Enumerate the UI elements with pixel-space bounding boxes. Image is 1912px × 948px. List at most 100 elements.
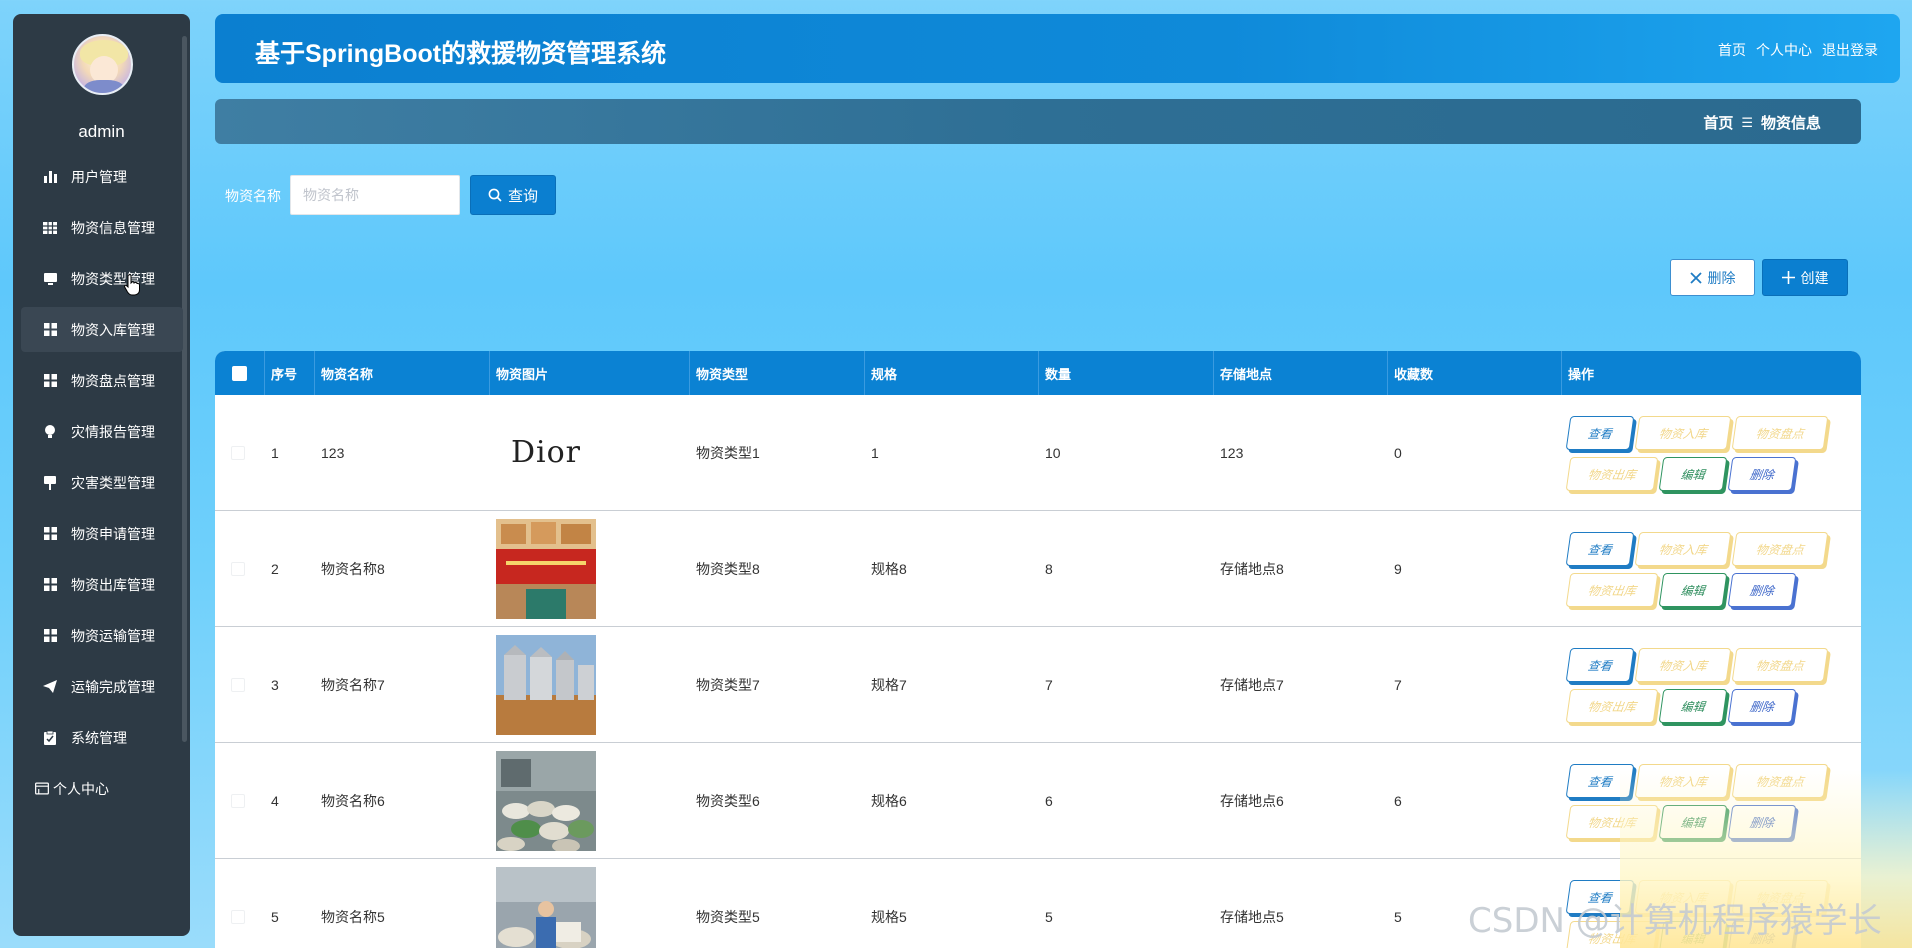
cell-no: 4 <box>271 792 279 809</box>
header-link-personal-center[interactable]: 个人中心 <box>1756 40 1812 60</box>
create-button[interactable]: 创建 <box>1762 259 1848 296</box>
material-image[interactable] <box>496 518 596 619</box>
batch-delete-label: 删除 <box>1707 269 1736 286</box>
edit-button[interactable]: 编辑 <box>1658 457 1728 491</box>
sidebar-item-disaster-type[interactable]: 灾害类型管理 <box>21 460 183 505</box>
sidebar-item-label: 物资类型管理 <box>71 270 155 287</box>
apps-icon <box>43 323 57 337</box>
edit-button[interactable]: 编辑 <box>1658 689 1728 723</box>
sidebar-item-inventory[interactable]: 物资盘点管理 <box>21 358 183 403</box>
stock-out-button[interactable]: 物资出库 <box>1565 573 1659 607</box>
inventory-button[interactable]: 物资盘点 <box>1731 648 1829 682</box>
cell-type: 物资类型7 <box>696 676 760 693</box>
cell-favorites: 6 <box>1394 792 1402 809</box>
sacks-truck-photo <box>496 750 596 851</box>
breadcrumb-separator: ☰ <box>1741 114 1753 130</box>
apps-icon <box>43 527 57 541</box>
sidebar-item-label: 运输完成管理 <box>71 678 155 695</box>
monitor-icon <box>43 272 57 286</box>
edit-button[interactable]: 编辑 <box>1658 573 1728 607</box>
row-checkbox[interactable] <box>231 677 245 692</box>
inventory-button[interactable]: 物资盘点 <box>1731 416 1829 450</box>
stock-in-button[interactable]: 物资入库 <box>1634 648 1732 682</box>
delete-button[interactable]: 删除 <box>1727 689 1797 723</box>
select-all-checkbox[interactable] <box>232 365 247 381</box>
bar-chart-icon <box>43 170 57 184</box>
stock-out-button[interactable]: 物资出库 <box>1565 457 1659 491</box>
search-button-label: 查询 <box>507 187 538 205</box>
row-checkbox[interactable] <box>231 561 245 576</box>
page-title: 基于SpringBoot的救援物资管理系统 <box>255 40 667 68</box>
sidebar-item-transport[interactable]: 物资运输管理 <box>21 613 183 658</box>
cell-spec: 规格6 <box>871 792 907 809</box>
header-favorites: 收藏数 <box>1388 351 1562 395</box>
delete-button[interactable]: 删除 <box>1727 457 1797 491</box>
sidebar-item-material-type[interactable]: 物资类型管理 <box>21 256 183 301</box>
material-image[interactable] <box>496 750 596 851</box>
stock-out-button[interactable]: 物资出库 <box>1565 689 1659 723</box>
sidebar-item-label: 物资信息管理 <box>71 219 155 236</box>
cell-no: 2 <box>271 560 279 577</box>
material-image[interactable]: Dior <box>496 403 596 503</box>
sidebar-item-transport-done[interactable]: 运输完成管理 <box>21 664 183 709</box>
view-button[interactable]: 查看 <box>1565 648 1635 682</box>
cell-location: 存储地点7 <box>1220 676 1284 693</box>
batch-delete-button[interactable]: 删除 <box>1670 259 1755 296</box>
row-actions: 查看 物资入库 物资盘点 物资出库 编辑 删除 <box>1565 414 1848 491</box>
breadcrumb-home[interactable]: 首页 <box>1703 112 1733 133</box>
material-image[interactable] <box>496 634 596 735</box>
row-checkbox[interactable] <box>231 909 245 924</box>
sidebar-item-system[interactable]: 系统管理 <box>21 715 183 760</box>
view-button[interactable]: 查看 <box>1565 532 1635 566</box>
cell-location: 存储地点6 <box>1220 792 1284 809</box>
search-label: 物资名称 <box>225 188 281 204</box>
cell-qty: 7 <box>1045 676 1053 693</box>
cell-location: 存储地点5 <box>1220 908 1284 925</box>
stock-in-button[interactable]: 物资入库 <box>1634 416 1732 450</box>
inventory-button[interactable]: 物资盘点 <box>1731 532 1829 566</box>
cell-type: 物资类型8 <box>696 560 760 577</box>
search-button[interactable]: 查询 <box>470 175 556 215</box>
stock-in-button[interactable]: 物资入库 <box>1634 532 1732 566</box>
header-actions: 操作 <box>1568 366 1595 382</box>
row-checkbox[interactable] <box>231 793 245 808</box>
cell-name: 物资名称8 <box>321 560 385 577</box>
username: admin <box>78 122 125 141</box>
header-link-logout[interactable]: 退出登录 <box>1822 40 1878 60</box>
sidebar-item-stock-out[interactable]: 物资出库管理 <box>21 562 183 607</box>
breadcrumb-current: 物资信息 <box>1760 115 1821 132</box>
cell-name: 物资名称7 <box>321 676 385 693</box>
cell-favorites: 0 <box>1394 444 1402 461</box>
view-button[interactable]: 查看 <box>1565 416 1635 450</box>
sidebar-item-stock-in[interactable]: 物资入库管理 <box>21 307 183 352</box>
table-row: 4 物资名称6 物资类型6 规格6 6 存储地点6 6 查看 物资入库 物资盘点… <box>215 743 1861 859</box>
table-row: 2 物资名称8 物资类型8 规格8 8 存储地点8 9 查看 物资入库 物资盘点… <box>215 511 1861 627</box>
row-checkbox[interactable] <box>231 445 245 460</box>
header-name: 物资名称 <box>315 351 490 395</box>
cell-no: 3 <box>271 676 279 693</box>
clipboard-icon <box>43 730 57 745</box>
search-input[interactable] <box>290 175 460 215</box>
material-image[interactable] <box>496 866 596 948</box>
avatar[interactable] <box>72 34 133 95</box>
grid-icon <box>43 221 57 235</box>
sidebar-item-label: 系统管理 <box>71 729 127 746</box>
table-row: 3 物资名称7 物资类型7 规格7 7 存储地点7 7 查看 物资入库 物资盘点… <box>215 627 1861 743</box>
header-link-home[interactable]: 首页 <box>1718 40 1746 60</box>
sidebar: admin 用户管理 物资信息管理 物资类型管理 物资入库管理 物资盘点管理 灾… <box>13 14 190 936</box>
cell-name: 物资名称5 <box>321 908 385 925</box>
delete-button[interactable]: 删除 <box>1727 573 1797 607</box>
row-actions: 查看 物资入库 物资盘点 物资出库 编辑 删除 <box>1565 530 1848 607</box>
sidebar-menu: 用户管理 物资信息管理 物资类型管理 物资入库管理 物资盘点管理 灾情报告管理 … <box>21 154 183 817</box>
cell-favorites: 7 <box>1394 676 1402 693</box>
sidebar-item-personal-center[interactable]: 个人中心 <box>21 766 183 811</box>
cell-qty: 5 <box>1045 908 1053 925</box>
top-header: 基于SpringBoot的救援物资管理系统 首页 个人中心 退出登录 <box>215 14 1900 83</box>
sidebar-item-material-info[interactable]: 物资信息管理 <box>21 205 183 250</box>
sidebar-item-material-apply[interactable]: 物资申请管理 <box>21 511 183 556</box>
sidebar-item-label: 物资申请管理 <box>71 525 155 542</box>
sidebar-item-disaster-report[interactable]: 灾情报告管理 <box>21 409 183 454</box>
warehouse-boxes-photo <box>496 518 596 619</box>
cell-type: 物资类型1 <box>696 444 760 461</box>
sidebar-item-users[interactable]: 用户管理 <box>21 154 183 199</box>
